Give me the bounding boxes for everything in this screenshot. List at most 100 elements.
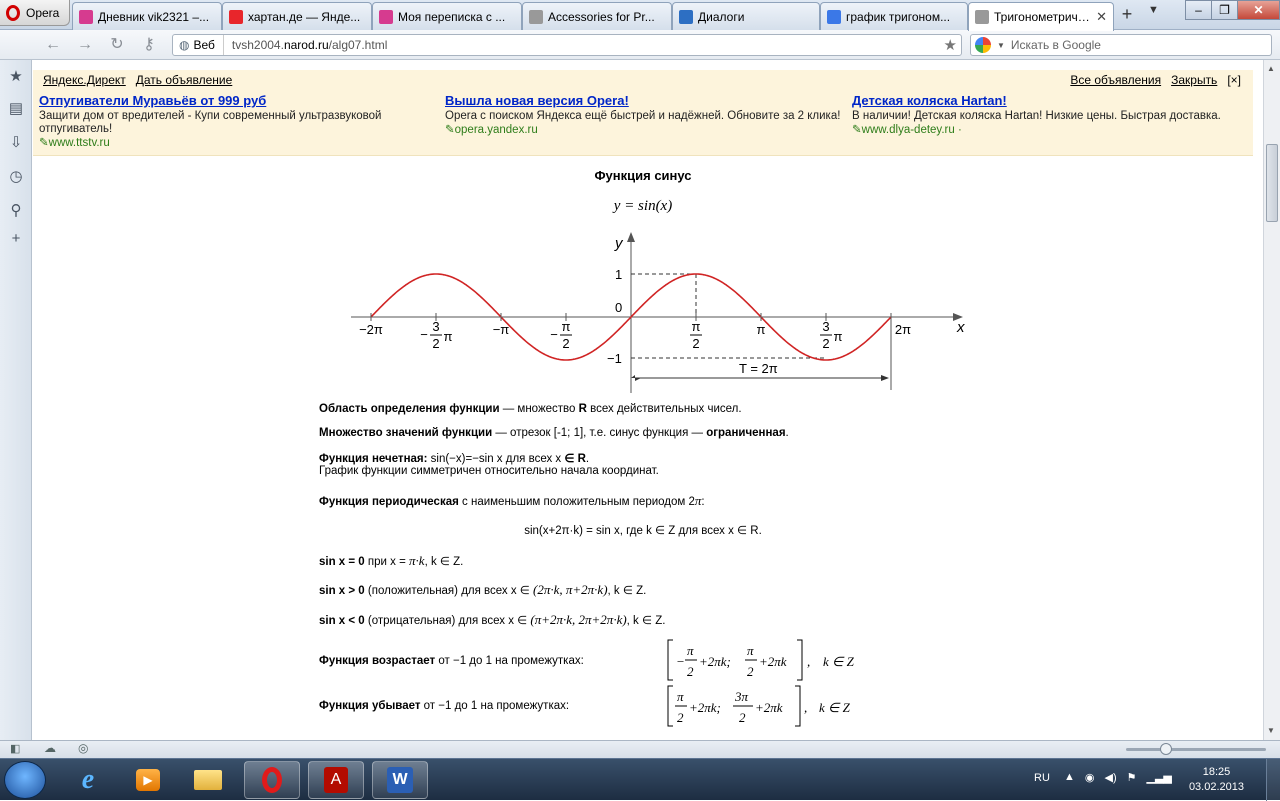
globe-icon: ◍	[179, 38, 190, 52]
ad-item: Вышла новая версия Opera! Opera с поиско…	[445, 94, 845, 137]
svg-text:π: π	[747, 643, 754, 658]
zoom-slider-knob[interactable]	[1160, 743, 1172, 755]
ad-title-link[interactable]: Отпугиватели Муравьёв от 999 руб	[39, 94, 439, 107]
history-clock-icon[interactable]: ◷	[7, 168, 25, 186]
close-window-button[interactable]: ✕	[1237, 0, 1280, 20]
opera-logo-icon	[6, 4, 20, 21]
acrobat-icon[interactable]: A	[308, 761, 364, 799]
ad-url-link[interactable]: www.dlya-detey.ru	[862, 124, 955, 136]
ad-text: Защити дом от вредителей - Купи современ…	[39, 110, 382, 135]
show-desktop-button[interactable]	[1266, 759, 1280, 801]
reload-button[interactable]: ↻	[106, 35, 128, 55]
tab[interactable]: хартан.де — Янде...	[222, 2, 372, 30]
svg-text:3π: 3π	[734, 689, 749, 704]
speed-dial-icon[interactable]: ◎	[78, 741, 88, 755]
opera-taskbar-icon[interactable]	[244, 761, 300, 799]
ie-icon[interactable]: e	[60, 761, 116, 799]
close-ads-link[interactable]: Закрыть	[1171, 73, 1217, 87]
add-ad-link[interactable]: Дать объявление	[136, 73, 233, 87]
close-ads-x[interactable]: [×]	[1227, 73, 1241, 87]
explorer-folder-icon[interactable]	[180, 761, 236, 799]
media-player-icon[interactable]: ▶	[120, 761, 176, 799]
period-identity: sin(x+2π·k) = sin x, где k ∈ Z для всех …	[524, 525, 762, 537]
period-label: T = 2π	[739, 361, 778, 376]
tab[interactable]: Тригонометриче... ✕	[968, 2, 1114, 31]
downloads-icon[interactable]: ⇩	[7, 134, 25, 152]
tray-expand-icon[interactable]: ▲	[1064, 771, 1075, 784]
ad-title-link[interactable]: Вышла новая версия Opera!	[445, 94, 845, 107]
language-indicator[interactable]: RU	[1034, 772, 1050, 784]
tab[interactable]: график тригоном...	[820, 2, 968, 30]
new-tab-button[interactable]: +	[1116, 4, 1138, 26]
forward-button[interactable]: →	[74, 35, 96, 55]
tray-app-icon[interactable]: ◉	[1085, 771, 1095, 784]
google-icon	[975, 37, 991, 53]
network-signal-icon[interactable]: ▁▃▅	[1147, 771, 1172, 784]
ad-url-link[interactable]: opera.yandex.ru	[445, 124, 845, 137]
volume-icon[interactable]: ◀)	[1105, 771, 1117, 784]
x-tick-sign: −	[420, 327, 428, 342]
restore-button[interactable]: ❐	[1211, 0, 1238, 20]
close-tab-icon[interactable]: ✕	[1096, 9, 1107, 25]
vertical-scrollbar[interactable]: ▲ ▼	[1263, 60, 1280, 740]
svg-text:2: 2	[747, 664, 754, 679]
all-ads-link[interactable]: Все объявления	[1070, 73, 1161, 87]
scroll-down-icon[interactable]: ▼	[1267, 726, 1275, 735]
range-paragraph: Множество значений функции — отрезок [-1…	[319, 427, 789, 439]
notes-icon[interactable]: ▤	[7, 100, 25, 118]
zoom-slider[interactable]	[1126, 748, 1266, 751]
svg-text:k ∈ Z: k ∈ Z	[819, 700, 851, 715]
search-input[interactable]: ▼ Искать в Google	[970, 34, 1272, 56]
back-button[interactable]: ←	[42, 35, 64, 55]
panel-toggle-icon[interactable]: ◧	[10, 742, 20, 755]
scope-label: Веб	[193, 38, 215, 52]
tab-list-chevron-icon[interactable]: ▼	[1148, 4, 1159, 16]
tab[interactable]: Моя переписка с ...	[372, 2, 522, 30]
origin-label: 0	[615, 300, 622, 315]
opera-menu-button[interactable]: Opera	[0, 0, 70, 26]
tab-bar: Opera + ▼ – ❐ ✕ Дневник vik2321 –... харт…	[0, 0, 1280, 31]
y-minus-one-label: −1	[607, 351, 622, 366]
scope-selector[interactable]: ◍ Веб	[173, 35, 224, 55]
bookmarks-star-icon[interactable]: ★	[7, 68, 25, 86]
tab[interactable]: Accessories for Pr...	[522, 2, 672, 30]
svg-text:π: π	[687, 643, 694, 658]
x-tick-denominator: 2	[432, 336, 439, 351]
svg-text:+2πk;: +2πk;	[689, 700, 721, 715]
search-dropdown-icon[interactable]: ▼	[997, 41, 1005, 50]
scroll-up-icon[interactable]: ▲	[1267, 64, 1275, 73]
x-tick-denominator: 2	[562, 336, 569, 351]
sine-graph: x y 0 1 −1 T = 2π −2π −32 π −π −π2π2π 32 π 2π	[351, 232, 965, 393]
key-icon[interactable]: ⚷	[138, 35, 160, 55]
action-center-flag-icon[interactable]: ⚑	[1127, 771, 1137, 784]
address-field[interactable]: ◍ Веб tvsh2004.narod.ru/alg07.html ★	[172, 34, 962, 56]
page-icon	[975, 10, 989, 24]
main-formula: y = sin(x)	[613, 198, 673, 214]
diary-icon	[79, 9, 93, 24]
windows-taskbar: e ▶ A W RU ▲ ◉ ◀) ⚑ ▁▃▅ 18:25 03.02.2013	[0, 758, 1280, 801]
tab[interactable]: Дневник vik2321 –...	[72, 2, 222, 30]
svg-text:k ∈ Z: k ∈ Z	[823, 654, 855, 669]
google-icon	[827, 9, 841, 24]
minimize-button[interactable]: –	[1185, 0, 1212, 20]
x-tick-denominator: 2	[822, 336, 829, 351]
cloud-icon[interactable]: ☁	[44, 741, 56, 755]
x-tick-numerator: π	[692, 319, 701, 334]
tab-title: Accessories for Pr...	[548, 9, 655, 24]
search-icon[interactable]: ⚲	[7, 202, 25, 220]
ad-url-link[interactable]: www.ttstv.ru	[39, 137, 439, 150]
tab[interactable]: Диалоги	[672, 2, 820, 30]
ad-title-link[interactable]: Детская коляска Hartan!	[852, 94, 1232, 107]
bookmark-star-icon[interactable]: ★	[944, 36, 957, 54]
y-one-label: 1	[615, 267, 622, 282]
x-tick-pi: π	[834, 329, 843, 344]
zeros-paragraph: sin x = 0 при x = π·k, k ∈ Z.	[319, 553, 464, 568]
ads-label-link[interactable]: Яндекс.Директ	[43, 73, 126, 87]
tray-clock[interactable]: 18:25 03.02.2013	[1189, 765, 1244, 795]
svg-text:,: ,	[807, 654, 810, 669]
word-icon[interactable]: W	[372, 761, 428, 799]
x-tick-label: 2π	[895, 322, 911, 337]
scroll-thumb[interactable]	[1266, 144, 1278, 222]
start-button[interactable]	[4, 761, 46, 799]
add-panel-icon[interactable]: +	[7, 230, 25, 248]
